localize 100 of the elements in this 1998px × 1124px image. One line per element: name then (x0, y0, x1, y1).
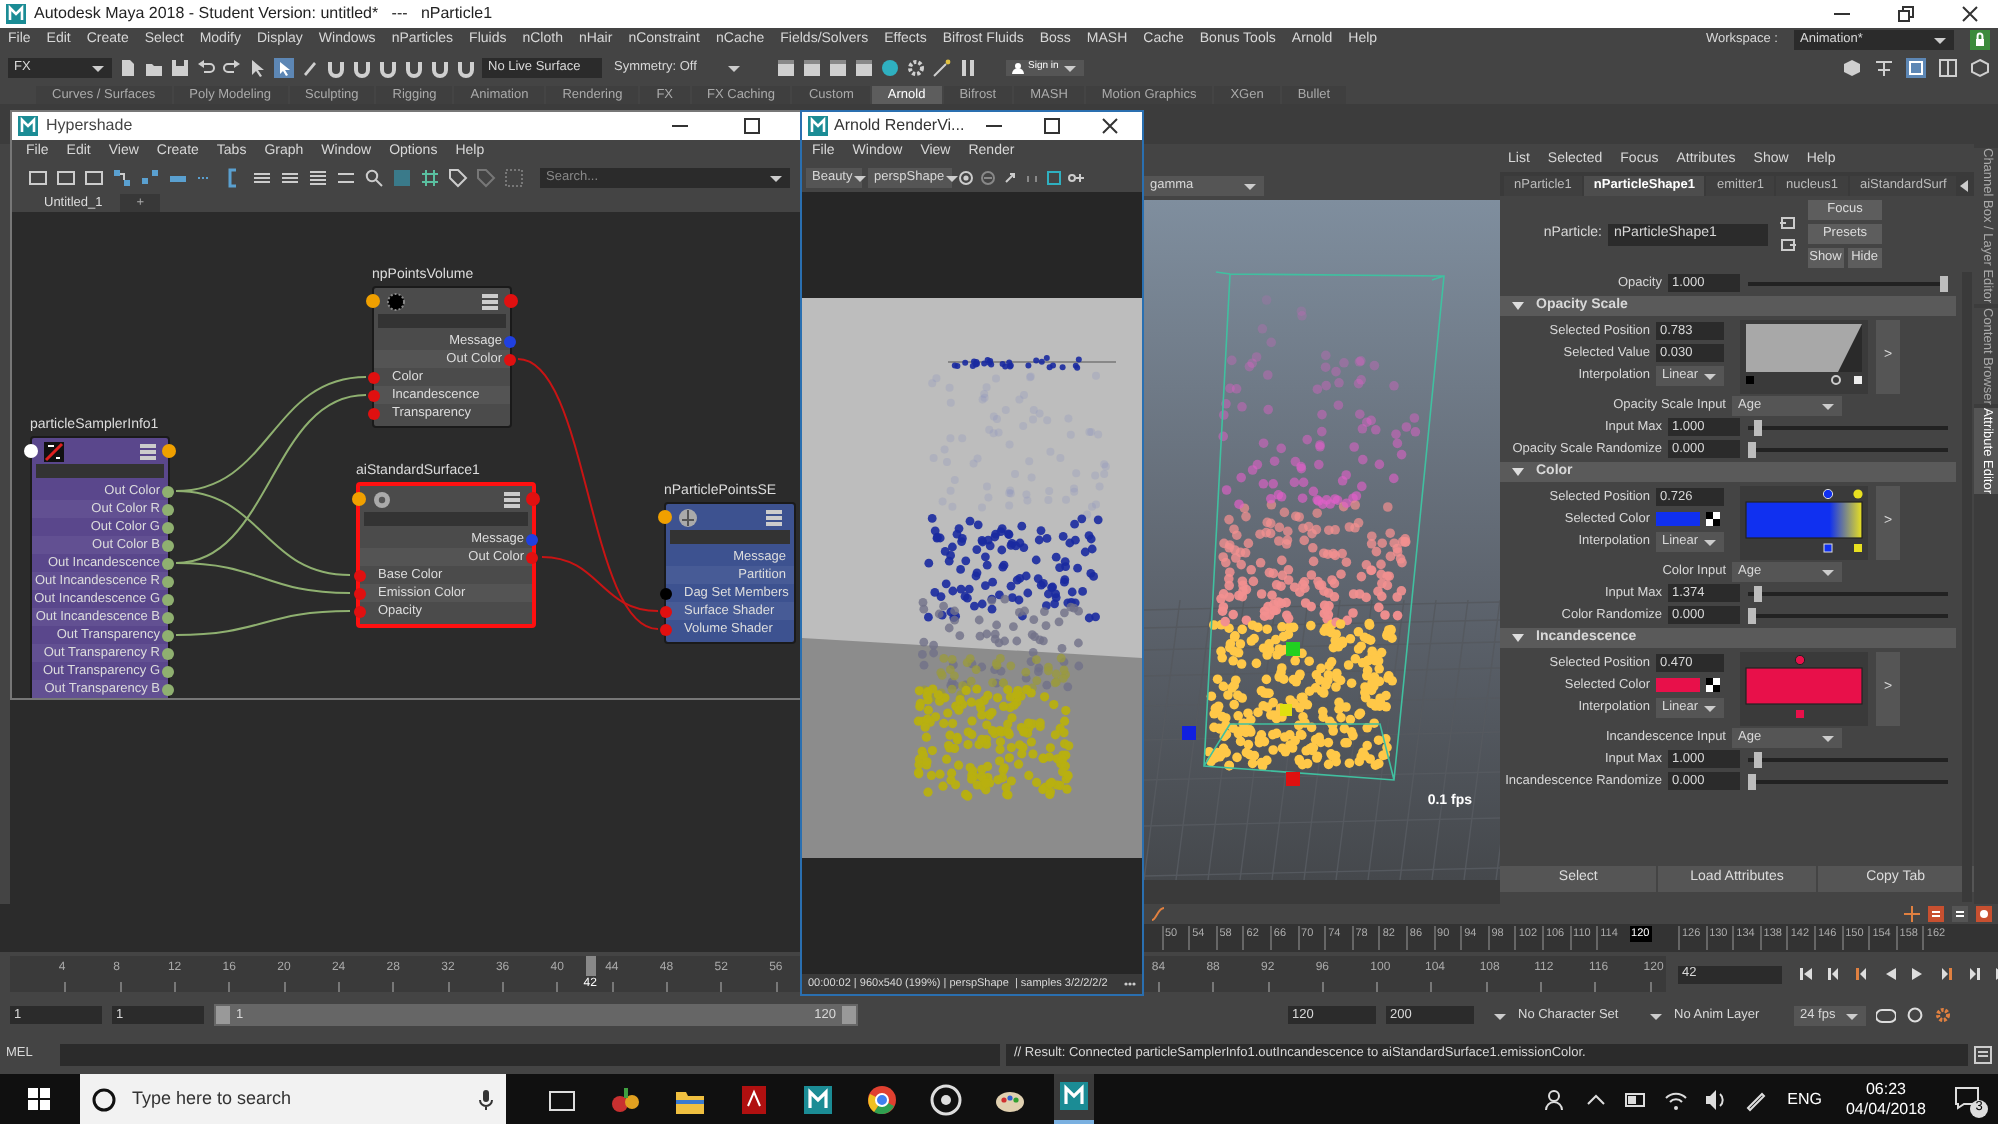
clock-date[interactable]: 04/04/2018 (1845, 1099, 1926, 1119)
lock-icon[interactable] (1970, 30, 1990, 50)
tools-icon[interactable] (1874, 58, 1894, 78)
layout-icon[interactable] (1938, 58, 1958, 78)
color-swatch[interactable] (1656, 512, 1700, 526)
menu-icon[interactable] (482, 293, 498, 309)
caret-icon[interactable] (1648, 1009, 1664, 1021)
battery-icon[interactable] (1623, 1087, 1648, 1111)
restore-icon[interactable] (1896, 4, 1916, 24)
grid-icon[interactable] (420, 168, 440, 188)
close-icon[interactable] (1100, 116, 1120, 136)
menu-icon[interactable] (766, 509, 782, 525)
wand-icon[interactable] (932, 58, 952, 78)
clapboard-icon[interactable] (854, 58, 874, 78)
arrow-cursor-icon[interactable] (248, 58, 268, 78)
notification-icon[interactable] (1954, 1085, 1982, 1109)
scrollbar[interactable] (1962, 272, 1972, 902)
slider-thumb[interactable] (1748, 607, 1756, 623)
slider-thumb[interactable] (1753, 585, 1762, 601)
search-field[interactable]: Type here to search (80, 1074, 506, 1124)
load-icon[interactable] (1780, 216, 1796, 230)
expand-icon[interactable] (1002, 170, 1018, 186)
new-file-icon[interactable] (118, 58, 138, 78)
wifi-icon[interactable] (1663, 1087, 1688, 1111)
app-logo-icon[interactable] (1054, 1074, 1094, 1124)
skip-start-icon[interactable] (1798, 966, 1814, 982)
play-back-icon[interactable] (1882, 966, 1898, 982)
checker-icon[interactable] (1706, 512, 1720, 526)
folder-icon[interactable] (144, 58, 164, 78)
refresh-icon[interactable] (1906, 1006, 1924, 1024)
list-icon[interactable] (1952, 906, 1968, 922)
command-input[interactable] (60, 1043, 1000, 1065)
dots-icon[interactable] (1124, 980, 1136, 988)
microphone-icon[interactable] (478, 1087, 494, 1111)
bars-icon[interactable] (280, 168, 300, 188)
collapse-triangle-icon[interactable] (1512, 466, 1524, 478)
pen-icon[interactable] (1743, 1087, 1768, 1111)
loop-icon[interactable] (1876, 1007, 1896, 1023)
node-field[interactable] (378, 314, 506, 328)
node-field[interactable] (36, 464, 164, 478)
ramp-drawing[interactable] (1740, 320, 1868, 394)
collapse-triangle-icon[interactable] (1512, 632, 1524, 644)
node-field[interactable] (364, 512, 528, 526)
ramp-drawing[interactable] (1740, 486, 1868, 560)
redo-icon[interactable] (222, 58, 242, 78)
graph-icon[interactable] (112, 168, 132, 188)
slider-thumb[interactable] (1753, 419, 1762, 435)
language-indicator[interactable]: ENG (1787, 1087, 1822, 1111)
script-editor-icon[interactable] (1974, 1045, 1992, 1063)
list-icon[interactable] (1928, 906, 1944, 922)
gear-icon[interactable] (906, 58, 926, 78)
speaker-icon[interactable] (1703, 1087, 1728, 1111)
maximize-icon[interactable] (1042, 116, 1062, 136)
color-swatch[interactable] (1656, 678, 1700, 692)
curve-icon[interactable] (1150, 906, 1166, 922)
step-forward-icon[interactable] (1966, 966, 1982, 982)
people-icon[interactable] (1543, 1087, 1568, 1111)
key-back-icon[interactable] (1854, 966, 1870, 982)
move-icon[interactable] (1904, 906, 1920, 922)
bars-icon[interactable] (336, 168, 356, 188)
export-icon[interactable] (1780, 238, 1796, 252)
gear-icon[interactable] (1934, 1006, 1952, 1024)
cube-icon[interactable] (1970, 58, 1990, 78)
checker-icon[interactable] (1706, 678, 1720, 692)
slider-icon[interactable] (1068, 170, 1084, 186)
step-back-icon[interactable] (1826, 966, 1842, 982)
cube-icon[interactable] (1842, 58, 1862, 78)
graph-icon[interactable] (140, 168, 160, 188)
menu-icon[interactable] (140, 443, 156, 459)
clapboard-icon[interactable] (776, 58, 796, 78)
clapboard-icon[interactable] (802, 58, 822, 78)
close-icon[interactable] (1960, 4, 1980, 24)
play-icon[interactable] (1910, 966, 1926, 982)
record-icon[interactable] (958, 170, 974, 186)
caret-icon[interactable] (1492, 1009, 1508, 1021)
range-handle[interactable] (842, 1006, 856, 1024)
slider-thumb[interactable] (1753, 751, 1762, 767)
collapse-triangle-icon[interactable] (1512, 300, 1524, 312)
clapboard-icon[interactable] (828, 58, 848, 78)
crop-icon[interactable] (1046, 170, 1062, 186)
minus-circle-icon[interactable] (980, 170, 996, 186)
undo-icon[interactable] (196, 58, 216, 78)
menu-icon[interactable] (504, 491, 520, 507)
range-handle[interactable] (216, 1006, 230, 1024)
circle-icon[interactable] (880, 58, 900, 78)
key-forward-icon[interactable] (1938, 966, 1954, 982)
pause-icon[interactable] (958, 58, 978, 78)
search-icon[interactable] (364, 168, 384, 188)
maximize-icon[interactable] (742, 116, 762, 136)
playhead[interactable] (585, 956, 596, 976)
selection-icon[interactable] (274, 58, 294, 78)
clock-time[interactable]: 06:23 (1865, 1079, 1906, 1099)
slider-thumb[interactable] (1748, 441, 1756, 457)
node-field[interactable] (670, 530, 790, 544)
bars-icon[interactable] (308, 168, 328, 188)
brush-icon[interactable] (300, 58, 320, 78)
gear-icon[interactable] (1976, 906, 1992, 922)
bars-icon[interactable] (252, 168, 272, 188)
caret-icon[interactable] (768, 172, 784, 184)
slider-thumb[interactable] (1748, 773, 1756, 789)
